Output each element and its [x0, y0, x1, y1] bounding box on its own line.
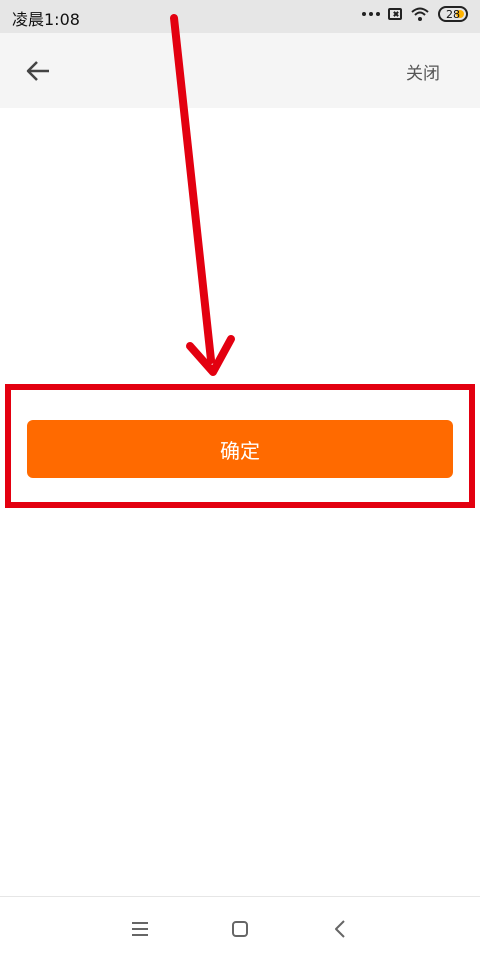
highlight-box — [5, 384, 475, 508]
status-time: 凌晨1:08 — [12, 10, 80, 29]
close-button[interactable]: 关闭 — [406, 59, 440, 84]
status-bar: 凌晨1:08 28 — [0, 0, 480, 33]
home-button[interactable] — [228, 917, 252, 941]
back-button[interactable] — [18, 51, 58, 91]
arrow-left-icon — [26, 61, 49, 81]
menu-button[interactable] — [128, 917, 152, 941]
menu-icon — [132, 922, 148, 936]
home-square-icon — [232, 921, 248, 937]
header-bar: 关闭 — [0, 33, 480, 108]
system-back-button[interactable] — [328, 917, 352, 941]
battery-level-text: 28 — [446, 7, 460, 21]
more-dots-icon — [362, 12, 380, 16]
sim-blocked-icon — [388, 8, 402, 20]
wifi-icon — [411, 7, 429, 21]
battery-icon: 28 — [438, 6, 468, 22]
status-icons: 28 — [362, 6, 468, 22]
system-nav-bar — [0, 896, 480, 961]
chevron-left-icon — [335, 920, 345, 938]
